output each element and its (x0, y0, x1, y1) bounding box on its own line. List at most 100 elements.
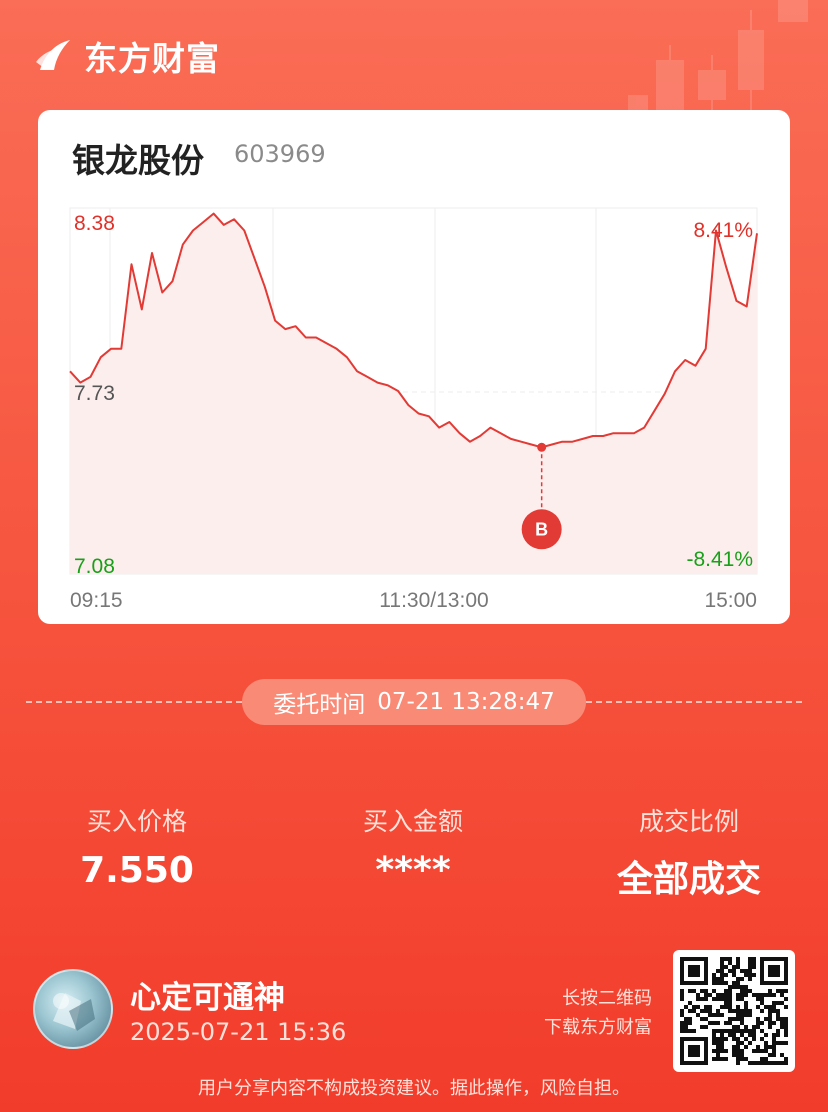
qr-module (724, 1049, 728, 1053)
qr-module (748, 1061, 752, 1065)
qr-module (776, 989, 780, 993)
stat-label: 买入价格 (86, 807, 187, 836)
qr-module (768, 1009, 772, 1013)
qr-module (720, 981, 724, 985)
qr-module (740, 1029, 744, 1033)
qr-module (712, 1029, 716, 1033)
qr-module (780, 1061, 784, 1065)
stat-value: 7.550 (80, 850, 194, 891)
qr-module (736, 1029, 740, 1033)
qr-module (752, 993, 756, 997)
stat-label: 买入金额 (362, 807, 463, 836)
qr-module (764, 1045, 768, 1049)
qr-module (724, 1001, 728, 1005)
qr-module (720, 993, 724, 997)
qr-module (772, 1033, 776, 1037)
stock-chart-card[interactable]: 银龙股份 603969 B 8.38 7.73 7.08 8.41% -8.41… (38, 110, 790, 624)
qr-module (740, 1009, 744, 1013)
qr-module (768, 1025, 772, 1029)
qr-module (684, 1021, 688, 1025)
qr-module (784, 1017, 788, 1021)
qr-module (744, 1029, 748, 1033)
qr-module (740, 1013, 744, 1017)
qr-module (772, 1061, 776, 1065)
qr-module (768, 1017, 772, 1021)
buy-marker-label: B (535, 519, 548, 539)
qr-module (760, 1001, 764, 1005)
qr-module (748, 1009, 752, 1013)
qr-module (780, 1041, 784, 1045)
qr-module (768, 1061, 772, 1065)
qr-module (720, 965, 724, 969)
qr-module (716, 1021, 720, 1025)
qr-module (736, 993, 740, 997)
qr-module (716, 997, 720, 1001)
qr-module (744, 1009, 748, 1013)
qr-module (712, 973, 716, 977)
qr-module (724, 957, 728, 961)
qr-module (736, 957, 740, 961)
qr-module (756, 1005, 760, 1009)
qr-module (784, 1061, 788, 1065)
qr-code-icon (680, 957, 788, 1065)
qr-module (776, 1033, 780, 1037)
qr-module (728, 957, 732, 961)
qr-module (780, 989, 784, 993)
qr-module (720, 977, 724, 981)
qr-module (712, 989, 716, 993)
qr-module (732, 1033, 736, 1037)
qr-module (728, 1021, 732, 1025)
qr-module (720, 1045, 724, 1049)
qr-module (716, 1013, 720, 1017)
qr-module (720, 973, 724, 977)
qr-module (756, 997, 760, 1001)
qr-module (728, 1001, 732, 1005)
qr-module (780, 1017, 784, 1021)
qr-hint-line2: 下载东方财富 (544, 1017, 652, 1038)
qr-module (784, 1029, 788, 1033)
qr-module (728, 993, 732, 997)
qr-module (712, 1041, 716, 1045)
qr-module (744, 1045, 748, 1049)
qr-module (732, 985, 736, 989)
qr-module (704, 1009, 708, 1013)
qr-module (716, 1029, 720, 1033)
qr-module (720, 1057, 724, 1061)
qr-module (716, 1049, 720, 1053)
qr-module (776, 1017, 780, 1021)
pct-high-label: 8.41% (693, 219, 753, 242)
user-name: 心定可通神 (130, 980, 285, 1016)
qr-module (700, 997, 704, 1001)
user-avatar[interactable] (33, 969, 113, 1049)
qr-module (752, 1029, 756, 1033)
qr-module (744, 969, 748, 973)
qr-module (756, 1049, 760, 1053)
qr-module (756, 1017, 760, 1021)
qr-module (720, 961, 724, 965)
qr-module (740, 969, 744, 973)
qr-module (728, 1029, 732, 1033)
qr-module (764, 1033, 768, 1037)
qr-module (736, 1013, 740, 1017)
qr-module (704, 997, 708, 1001)
qr-module (764, 1049, 768, 1053)
qr-module (688, 989, 692, 993)
qr-module (680, 1029, 684, 1033)
qr-module (724, 1021, 728, 1025)
qr-module (712, 1033, 716, 1037)
qr-module (680, 989, 684, 993)
qr-module (728, 1009, 732, 1013)
qr-module (736, 965, 740, 969)
stat-label: 成交比例 (638, 807, 739, 836)
qr-module (716, 969, 720, 973)
price-area (70, 213, 757, 574)
qr-code[interactable] (673, 950, 795, 1072)
avatar-image (53, 993, 95, 1031)
qr-module (720, 957, 724, 961)
qr-module (728, 969, 732, 973)
qr-module (720, 1049, 724, 1053)
qr-module (772, 993, 776, 997)
qr-module (776, 1061, 780, 1065)
qr-module (692, 1009, 696, 1013)
time-end-label: 15:00 (704, 589, 757, 612)
